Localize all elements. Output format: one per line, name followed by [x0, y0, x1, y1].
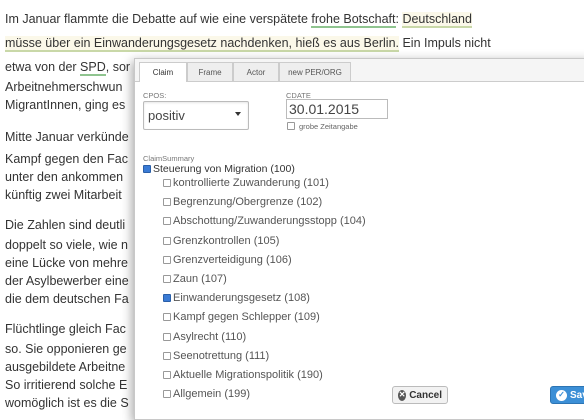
cdate-input[interactable]: 30.01.2015	[286, 99, 388, 119]
article-line: MigrantInnen, ging es	[5, 98, 126, 112]
tree-item[interactable]: Grenzkontrollen (105)	[163, 235, 279, 247]
article-line: so. Sie opponieren ge	[5, 342, 127, 356]
article-line: unter den ankommen	[5, 170, 124, 184]
tab-frame[interactable]: Frame	[187, 62, 233, 81]
tree-item-checkbox[interactable]	[163, 275, 171, 283]
cancel-button[interactable]: ✕ Cancel	[392, 386, 448, 404]
article-line: So irritierend solche E	[5, 378, 128, 392]
article-line: ausgebildete Arbeitne	[5, 360, 126, 374]
tree-item-label: Einwanderungsgesetz (108)	[173, 292, 310, 305]
tree-item-label: Seenotrettung (111)	[173, 349, 270, 362]
article-line: doppelt so viele, wie n	[5, 238, 128, 252]
grobe-zeitangabe-label: grobe Zeitangabe	[299, 122, 358, 131]
tree-item-checkbox[interactable]	[163, 294, 171, 303]
tree-item[interactable]: Grenzverteidigung (106)	[163, 254, 292, 266]
root-checkbox[interactable]	[143, 165, 151, 173]
tree-item-checkbox[interactable]	[163, 332, 171, 341]
tree-item[interactable]: Seenotrettung (111)	[163, 350, 269, 362]
annotated-phrase[interactable]: frohe Botschaft	[311, 12, 396, 28]
tree-item-checkbox[interactable]	[163, 313, 171, 322]
tree-item-label: Zaun (107)	[173, 273, 227, 285]
tree-item-checkbox[interactable]	[163, 390, 171, 399]
tree-item-label: Grenzkontrollen (105)	[173, 234, 280, 247]
tree-item-label: Grenzverteidigung (106)	[173, 253, 292, 266]
annotated-phrase[interactable]: Deutschland	[402, 12, 472, 28]
article-line: Mitte Januar verkünde	[5, 130, 129, 144]
tree-item-label: Kampf gegen Schlepper (109)	[173, 311, 320, 324]
tree-item-checkbox[interactable]	[163, 217, 171, 226]
annotated-claim[interactable]: müsse über ein Einwanderungsgesetz nachd…	[5, 36, 399, 52]
article-line: etwa von der SPD, sor	[5, 60, 131, 76]
tree-item-checkbox[interactable]	[163, 179, 171, 187]
tree-item-label: kontrollierte Zuwanderung (101)	[173, 177, 329, 189]
tree-item[interactable]: Allgemein (199)	[163, 388, 250, 400]
tab-claim[interactable]: Claim	[139, 62, 187, 82]
tree-root[interactable]: Steuerung von Migration (100)	[143, 163, 295, 175]
cpos-select[interactable]: positiv	[143, 101, 249, 130]
tree-item[interactable]: kontrollierte Zuwanderung (101)	[163, 177, 329, 189]
tree-item[interactable]: Asylrecht (110)	[163, 331, 246, 343]
tree-item[interactable]: Einwanderungsgesetz (108)	[163, 292, 310, 304]
article-line: Die Zahlen sind deutli	[5, 218, 126, 232]
tab-bar: Claim Frame Actor new PER/ORG	[135, 59, 584, 82]
tree-item-label: Begrenzung/Obergrenze (102)	[173, 196, 323, 209]
tab-actor[interactable]: Actor	[233, 62, 279, 81]
tree-item-checkbox[interactable]	[163, 236, 171, 245]
article-line: Kampf gegen den Fac	[5, 152, 128, 166]
tree-item[interactable]: Aktuelle Migrationspolitik (190)	[163, 369, 323, 381]
article-line: die dem deutschen Fa	[5, 292, 129, 306]
x-circle-icon: ✕	[398, 389, 407, 401]
annotated-actor[interactable]: SPD	[80, 60, 106, 76]
article-line: Flüchtlinge gleich Fac	[5, 322, 126, 336]
tree-item-checkbox[interactable]	[163, 198, 171, 207]
article-line: der Asylbewerber eine	[5, 274, 129, 288]
tree-item-checkbox[interactable]	[163, 255, 171, 264]
claim-summary-label: ClaimSummary	[143, 154, 195, 163]
article-line: Arbeitnehmerschwun	[5, 80, 123, 94]
tree-item[interactable]: Kampf gegen Schlepper (109)	[163, 311, 320, 323]
tree-item[interactable]: Abschottung/Zuwanderungsstopp (104)	[163, 215, 366, 227]
article-line: müsse über ein Einwanderungsgesetz nachd…	[5, 36, 491, 52]
tree-item-label: Abschottung/Zuwanderungsstopp (104)	[173, 215, 366, 228]
chevron-down-icon	[235, 112, 241, 116]
claim-dialog: Claim Frame Actor new PER/ORG CPOS: posi…	[134, 58, 584, 420]
tab-new-per-org[interactable]: new PER/ORG	[279, 62, 351, 81]
tree-item[interactable]: Zaun (107)	[163, 273, 227, 285]
save-button[interactable]: ✓Save	[550, 386, 584, 404]
article-line: womöglich ist es die S	[5, 396, 129, 410]
article-line: künftig zwei Mitarbeit	[5, 188, 122, 202]
article-line: Im Januar flammte die Debatte auf wie ei…	[5, 12, 472, 28]
check-circle-icon: ✓	[556, 389, 567, 401]
grobe-zeitangabe-checkbox[interactable]	[287, 122, 295, 130]
cpos-value: positiv	[148, 108, 185, 123]
article-line: eine Lücke von mehre	[5, 256, 128, 270]
tree-item-label: Allgemein (199)	[173, 388, 251, 401]
tree-item[interactable]: Begrenzung/Obergrenze (102)	[163, 196, 322, 208]
tree-item-checkbox[interactable]	[163, 351, 171, 360]
cpos-label: CPOS:	[143, 91, 167, 100]
tree-item-label: Aktuelle Migrationspolitik (190)	[173, 369, 323, 381]
tree-item-label: Asylrecht (110)	[173, 330, 247, 343]
tree-item-checkbox[interactable]	[163, 371, 171, 379]
